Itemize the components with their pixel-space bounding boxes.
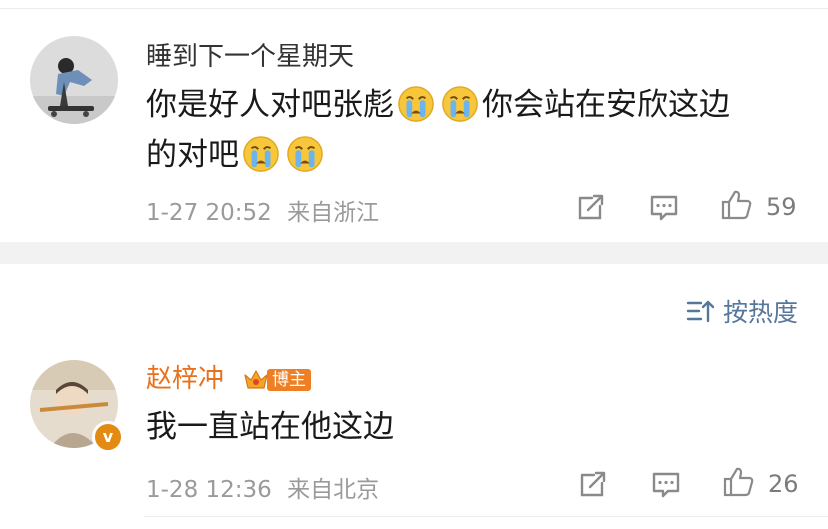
repost-icon[interactable]	[574, 190, 608, 224]
comment-username[interactable]: 睡到下一个星期天	[146, 40, 354, 74]
verified-badge-icon: v	[92, 421, 124, 453]
comment-text: 我一直站在他这边	[146, 409, 394, 445]
blogger-label: 博主	[267, 369, 311, 391]
like-count: 59	[766, 193, 797, 221]
comment-timestamp: 1-27 20:52	[146, 200, 272, 226]
crown-icon	[242, 366, 270, 394]
crying-face-emoji-icon	[242, 135, 280, 173]
comment-timestamp: 1-28 12:36	[146, 477, 272, 503]
comment-text-part: 的对吧	[146, 137, 239, 173]
like-count: 26	[768, 470, 799, 498]
like-thumb-icon[interactable]	[720, 188, 754, 222]
comment-text-part: 你是好人对吧张彪	[146, 87, 394, 123]
comment-icon[interactable]	[647, 190, 681, 224]
blogger-badge: 博主	[242, 366, 311, 394]
comment-meta: 1-28 12:36 来自北京	[146, 470, 379, 504]
like-thumb-icon[interactable]	[722, 465, 756, 499]
avatar[interactable]	[30, 36, 118, 124]
top-divider	[0, 8, 828, 9]
sort-icon	[685, 297, 715, 325]
sort-toggle[interactable]: 按热度	[685, 293, 798, 329]
sort-label: 按热度	[722, 298, 798, 327]
comment-location: 来自浙江	[287, 200, 380, 226]
crying-face-emoji-icon	[286, 135, 324, 173]
repost-icon[interactable]	[576, 467, 610, 501]
comment-icon[interactable]	[649, 467, 683, 501]
comment-text-part: 你会站在安欣这边	[482, 87, 730, 123]
section-divider	[0, 242, 828, 264]
crying-face-emoji-icon	[441, 85, 479, 123]
bottom-divider	[144, 516, 828, 517]
comment-location: 来自北京	[287, 477, 380, 503]
comment-text: 你是好人对吧张彪 你会站在安欣这边 的对吧	[146, 80, 786, 180]
comment-meta: 1-27 20:52 来自浙江	[146, 193, 379, 227]
crying-face-emoji-icon	[397, 85, 435, 123]
comment-username[interactable]: 赵梓冲	[146, 362, 224, 396]
